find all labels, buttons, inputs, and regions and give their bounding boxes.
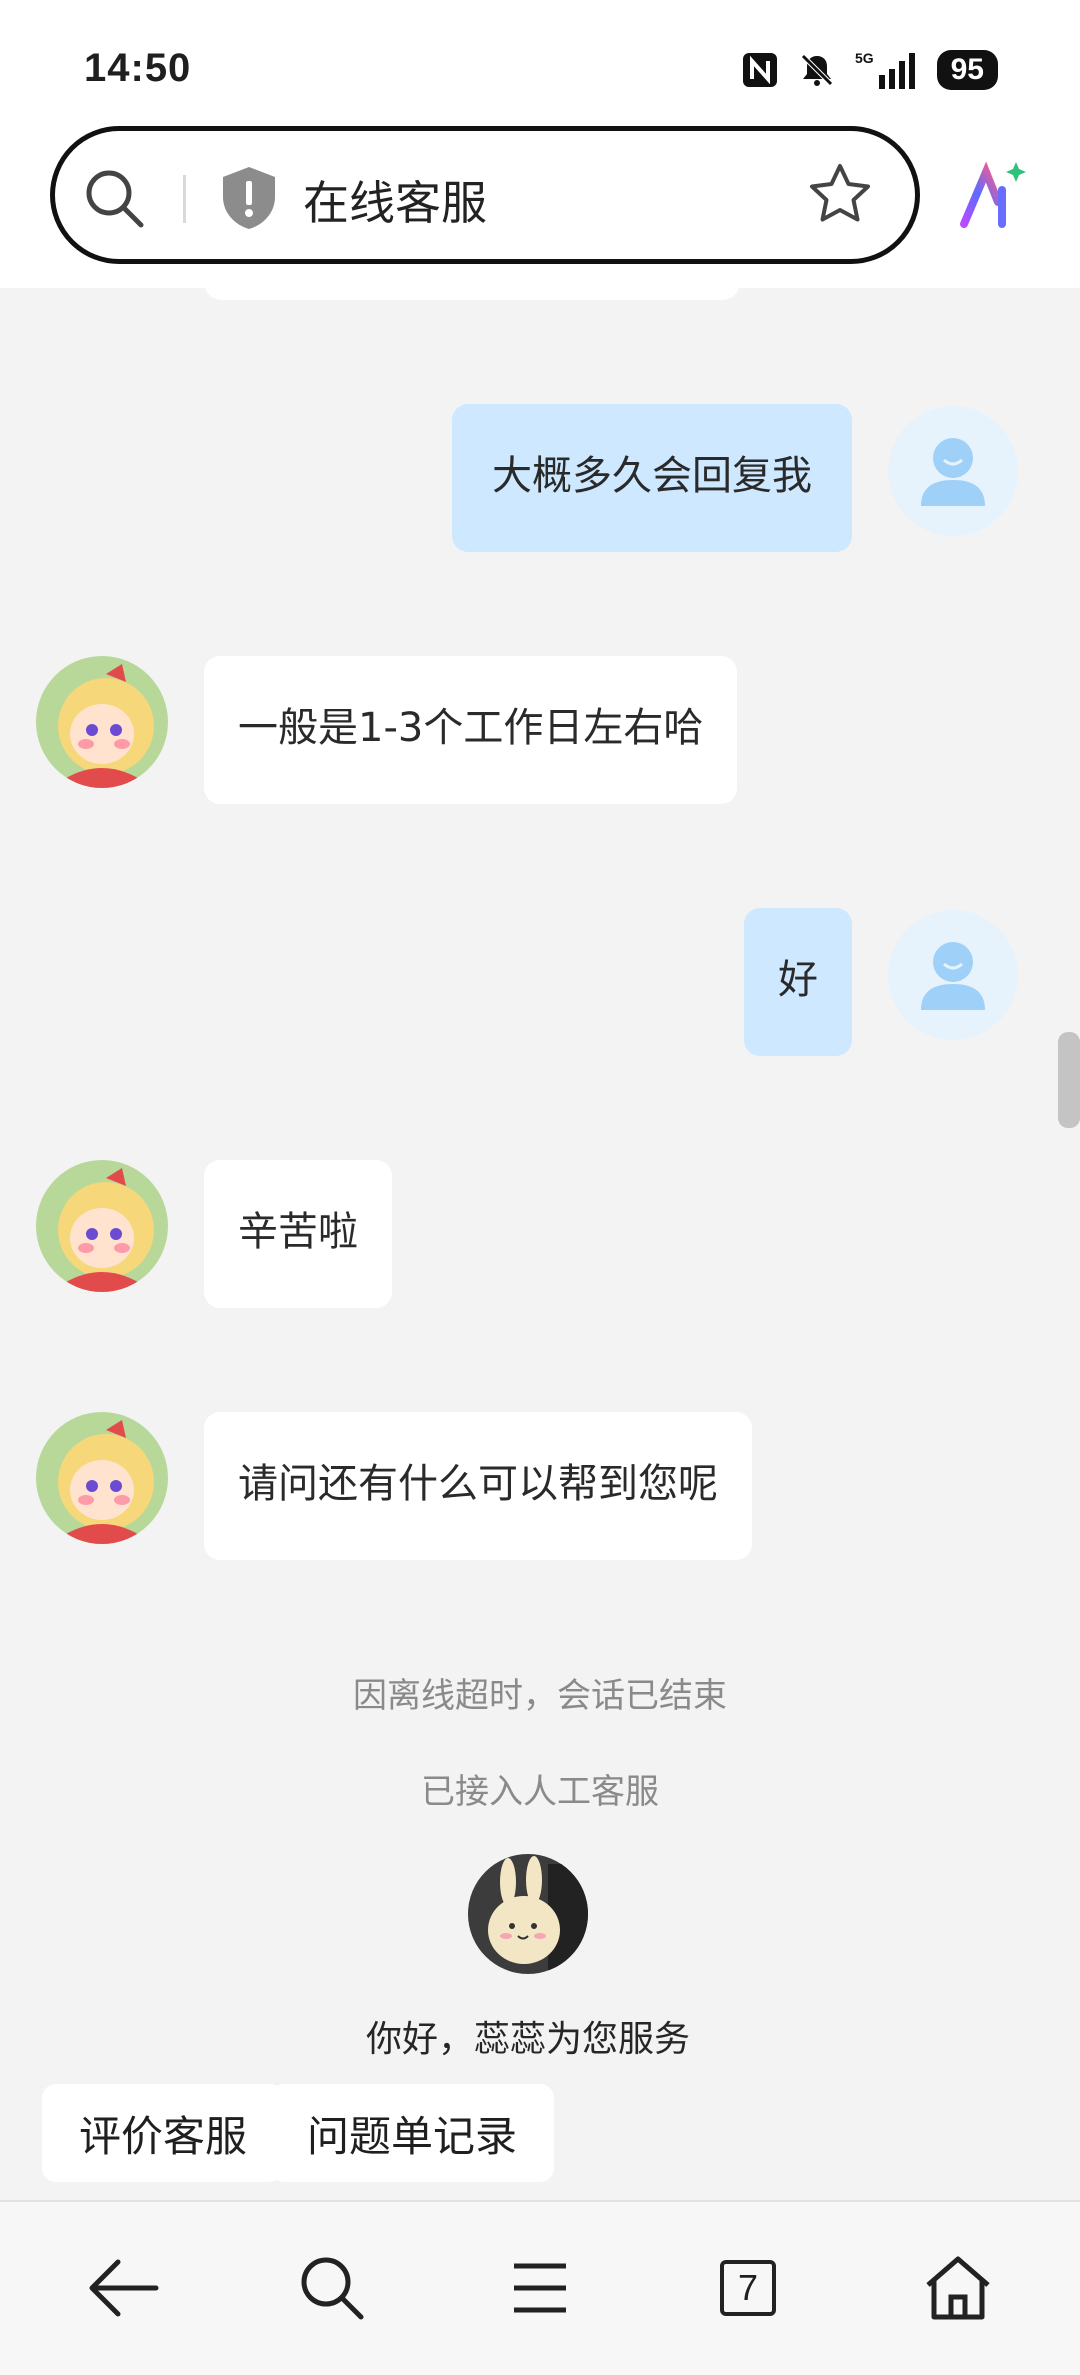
- menu-button[interactable]: [500, 2248, 580, 2328]
- agent-connected-notice: 已接入人工客服: [421, 1772, 659, 1812]
- ai-assistant-icon[interactable]: [958, 160, 1030, 232]
- agent-message[interactable]: 一般是1-3个工作日左右哈: [204, 656, 738, 804]
- agent-avatar[interactable]: [36, 1412, 168, 1544]
- svg-text:5G: 5G: [855, 50, 874, 66]
- user-avatar-icon: [921, 438, 985, 506]
- battery-indicator: 95: [936, 50, 998, 90]
- agent-message[interactable]: 辛苦啦: [204, 1160, 392, 1308]
- bottom-navigation: 7: [0, 2200, 1080, 2375]
- service-agent-avatar-image: [468, 1854, 588, 1974]
- agent-avatar-image: [36, 656, 168, 788]
- user-message[interactable]: 好: [744, 908, 852, 1056]
- bookmark-star-icon[interactable]: [807, 161, 873, 227]
- service-agent-avatar: [468, 1854, 588, 1974]
- nfc-icon: [742, 53, 777, 87]
- address-bar[interactable]: 在线客服: [50, 126, 920, 264]
- search-button[interactable]: [292, 2248, 372, 2328]
- signal-5g-icon: 5G: [855, 50, 915, 89]
- agent-avatar[interactable]: [36, 1160, 168, 1292]
- user-message[interactable]: 大概多久会回复我: [452, 404, 852, 552]
- scrollbar-thumb[interactable]: [1058, 1032, 1080, 1128]
- session-ended-notice: 因离线超时，会话已结束: [353, 1676, 727, 1716]
- shield-warning-icon[interactable]: [219, 165, 279, 231]
- mute-bell-icon: [800, 54, 833, 86]
- tabs-button[interactable]: 7: [708, 2248, 788, 2328]
- user-avatar[interactable]: [888, 910, 1018, 1040]
- chat-area[interactable]: 大概多久会回复我 一般是1-3个工作日左右哈 好 辛苦啦 请问还有什么可以帮到您…: [0, 258, 1080, 2200]
- top-bar: 14:50 5G 95 在线客服: [0, 0, 1080, 288]
- menu-icon: [514, 2263, 566, 2313]
- status-icons: 5G 95: [741, 48, 998, 92]
- user-avatar-icon: [921, 942, 985, 1010]
- agent-avatar-image: [36, 1160, 168, 1292]
- welcome-message: 你好，蕊蕊为您服务: [365, 2019, 690, 2060]
- page-title: 在线客服: [303, 176, 487, 230]
- status-time: 14:50: [84, 46, 192, 90]
- home-button[interactable]: [918, 2248, 998, 2328]
- search-icon[interactable]: [83, 167, 147, 231]
- home-icon: [926, 2256, 990, 2320]
- agent-avatar-image: [36, 1412, 168, 1544]
- agent-avatar[interactable]: [36, 656, 168, 788]
- search-icon: [301, 2257, 364, 2320]
- tab-count-badge: 7: [720, 2260, 776, 2316]
- address-divider: [183, 175, 186, 223]
- back-button[interactable]: [84, 2248, 164, 2328]
- user-avatar[interactable]: [888, 406, 1018, 536]
- rate-agent-button[interactable]: 评价客服: [42, 2084, 284, 2182]
- ticket-records-button[interactable]: 问题单记录: [270, 2084, 554, 2182]
- back-arrow-icon: [89, 2259, 159, 2317]
- agent-message[interactable]: 请问还有什么可以帮到您呢: [204, 1412, 752, 1560]
